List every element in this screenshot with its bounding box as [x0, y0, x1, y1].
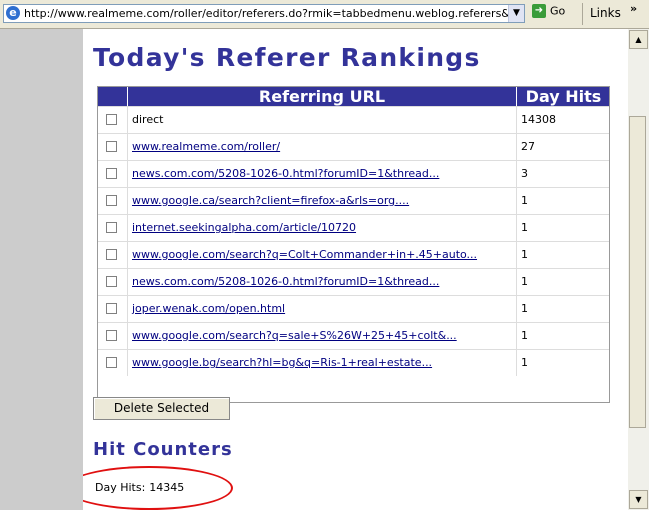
row-checkbox[interactable]	[106, 330, 117, 341]
table-row: joper.wenak.com/open.html 1	[98, 295, 609, 322]
row-checkbox[interactable]	[106, 114, 117, 125]
referrer-url-cell: www.google.com/search?q=Colt+Commander+i…	[127, 242, 515, 268]
hit-counters-title: Hit Counters	[93, 439, 233, 460]
referrer-link[interactable]: www.google.bg/search?hl=bg&q=Ris-1+real+…	[132, 356, 432, 369]
page-title: Today's Referer Rankings	[93, 43, 481, 72]
day-hits-cell: 1	[516, 323, 609, 349]
row-checkbox[interactable]	[106, 195, 117, 206]
day-hits-cell: 1	[516, 296, 609, 322]
header-day-hits: Day Hits	[516, 87, 610, 106]
referrer-link[interactable]: www.google.com/search?q=sale+S%26W+25+45…	[132, 329, 457, 342]
day-hits-cell: 1	[516, 350, 609, 376]
scroll-down-arrow-icon[interactable]: ▼	[629, 490, 648, 509]
go-arrow-icon: ➜	[532, 4, 546, 18]
day-hits-cell: 1	[516, 188, 609, 214]
row-checkbox[interactable]	[106, 276, 117, 287]
row-checkbox[interactable]	[106, 357, 117, 368]
day-hits-cell: 3	[516, 161, 609, 187]
referrer-url-cell: www.google.com/search?q=sale+S%26W+25+45…	[127, 323, 515, 349]
ie-page-icon: e	[6, 6, 20, 20]
scroll-up-arrow-icon[interactable]: ▲	[629, 30, 648, 49]
day-hits-cell: 27	[516, 134, 609, 160]
table-row: www.realmeme.com/roller/27	[98, 133, 609, 160]
referrer-link[interactable]: internet.seekingalpha.com/article/10720	[132, 221, 356, 234]
row-checkbox[interactable]	[106, 168, 117, 179]
address-bar[interactable]: e http://www.realmeme.com/roller/editor/…	[3, 4, 525, 23]
row-checkbox[interactable]	[106, 141, 117, 152]
table-row: news.com.com/5208-1026-0.html?forumID=1&…	[98, 268, 609, 295]
referrer-text: direct	[132, 113, 164, 126]
referrer-url-cell: www.google.ca/search?client=firefox-a&rl…	[127, 188, 515, 214]
referrer-url-cell: joper.wenak.com/open.html	[127, 296, 515, 322]
table-row: www.google.com/search?q=Colt+Commander+i…	[98, 241, 609, 268]
row-checkbox[interactable]	[106, 303, 117, 314]
referrer-url-cell: direct	[127, 107, 515, 133]
left-gutter	[0, 29, 83, 510]
referrer-link[interactable]: www.google.com/search?q=Colt+Commander+i…	[132, 248, 477, 261]
table-row: news.com.com/5208-1026-0.html?forumID=1&…	[98, 160, 609, 187]
vertical-scrollbar[interactable]: ▲ ▼	[628, 29, 649, 510]
scroll-thumb[interactable]	[629, 116, 646, 428]
table-row: direct 14308	[98, 106, 609, 133]
referrer-url-cell: internet.seekingalpha.com/article/10720	[127, 215, 515, 241]
day-hits-cell: 14308	[516, 107, 609, 133]
links-toolbar[interactable]: Links	[590, 6, 621, 20]
referrer-link[interactable]: news.com.com/5208-1026-0.html?forumID=1&…	[132, 167, 439, 180]
row-checkbox[interactable]	[106, 249, 117, 260]
referrer-link[interactable]: joper.wenak.com/open.html	[132, 302, 285, 315]
referrer-url-cell: www.google.bg/search?hl=bg&q=Ris-1+real+…	[127, 350, 515, 376]
delete-selected-button[interactable]: Delete Selected	[93, 397, 230, 420]
header-checkbox-column	[98, 87, 126, 106]
referrer-link[interactable]: www.google.ca/search?client=firefox-a&rl…	[132, 194, 409, 207]
browser-toolbar: e http://www.realmeme.com/roller/editor/…	[0, 0, 649, 29]
row-checkbox[interactable]	[106, 222, 117, 233]
day-hits-cell: 1	[516, 215, 609, 241]
table-row: www.google.com/search?q=sale+S%26W+25+45…	[98, 322, 609, 349]
address-dropdown-button[interactable]: ▼	[508, 5, 524, 22]
links-chevron-icon[interactable]: »	[630, 2, 637, 15]
day-hits-cell: 1	[516, 242, 609, 268]
referrer-link[interactable]: news.com.com/5208-1026-0.html?forumID=1&…	[132, 275, 439, 288]
table-row: www.google.bg/search?hl=bg&q=Ris-1+real+…	[98, 349, 609, 376]
table-header: Referring URL Day Hits	[98, 87, 609, 106]
table-row: www.google.ca/search?client=firefox-a&rl…	[98, 187, 609, 214]
table-row: internet.seekingalpha.com/article/10720 1	[98, 214, 609, 241]
referrer-url-cell: news.com.com/5208-1026-0.html?forumID=1&…	[127, 269, 515, 295]
referrer-link[interactable]: www.realmeme.com/roller/	[132, 140, 280, 153]
address-text[interactable]: http://www.realmeme.com/roller/editor/re…	[24, 7, 512, 20]
referrer-url-cell: www.realmeme.com/roller/	[127, 134, 515, 160]
go-button[interactable]: ➜ Go	[532, 4, 578, 23]
referer-table: Referring URL Day Hits direct 14308 www.re…	[97, 86, 610, 403]
page-content: Today's Referer Rankings Referring URL D…	[83, 29, 628, 510]
toolbar-separator	[582, 3, 583, 25]
header-referring-url: Referring URL	[127, 87, 516, 106]
annotation-ellipse	[83, 466, 233, 510]
day-hits-cell: 1	[516, 269, 609, 295]
referrer-url-cell: news.com.com/5208-1026-0.html?forumID=1&…	[127, 161, 515, 187]
go-label: Go	[550, 4, 566, 18]
